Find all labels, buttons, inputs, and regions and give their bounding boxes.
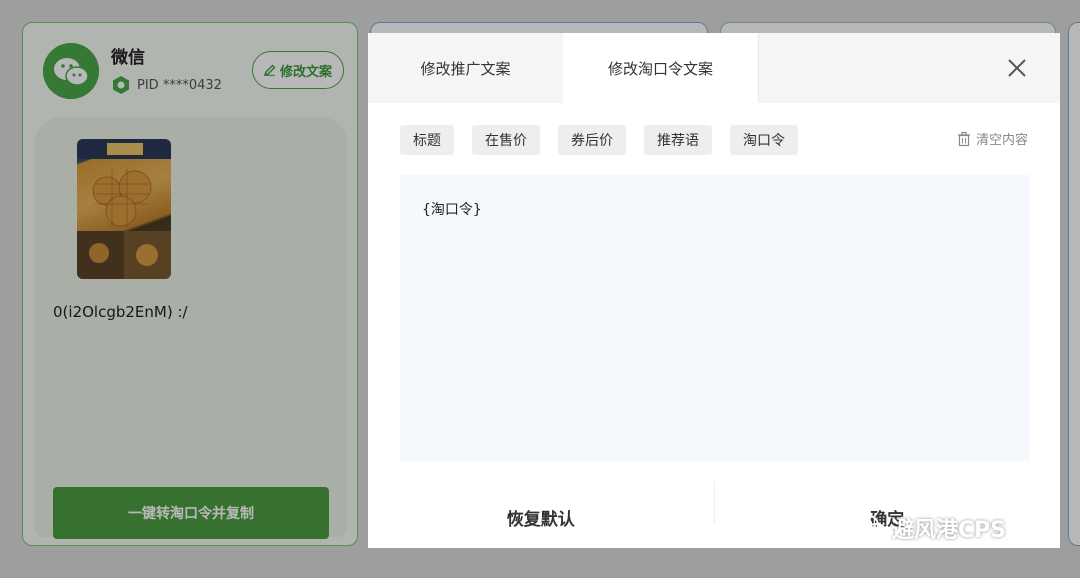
clear-content-button[interactable]: 清空内容 (956, 129, 1028, 148)
copy-editor-textarea[interactable]: {淘口令} (400, 175, 1030, 461)
chip-coupon-price[interactable]: 券后价 (558, 125, 626, 155)
chip-recommendation[interactable]: 推荐语 (644, 125, 712, 155)
clear-content-label: 清空内容 (975, 133, 1028, 148)
watermark: 避风港CPS (852, 512, 1006, 544)
tab-promotion-copy[interactable]: 修改推广文案 (368, 33, 563, 103)
chip-price[interactable]: 在售价 (472, 125, 540, 155)
close-icon[interactable] (1006, 57, 1028, 79)
chip-title[interactable]: 标题 (400, 125, 454, 155)
trash-icon (957, 131, 970, 146)
modal-tabs: 修改推广文案 修改淘口令文案 (368, 33, 1060, 103)
chip-taokouling[interactable]: 淘口令 (730, 125, 798, 155)
watermark-text: 避风港CPS (892, 518, 1007, 543)
variable-chips: 标题 在售价 券后价 推荐语 淘口令 (400, 125, 798, 155)
wechat-watermark-icon (853, 514, 887, 541)
reset-default-button[interactable]: 恢复默认 (368, 478, 714, 548)
edit-copy-modal: 修改推广文案 修改淘口令文案 标题 在售价 券后价 推荐语 淘口令 清空内容 {… (368, 33, 1060, 548)
tab-taokouling-copy[interactable]: 修改淘口令文案 (563, 33, 758, 103)
